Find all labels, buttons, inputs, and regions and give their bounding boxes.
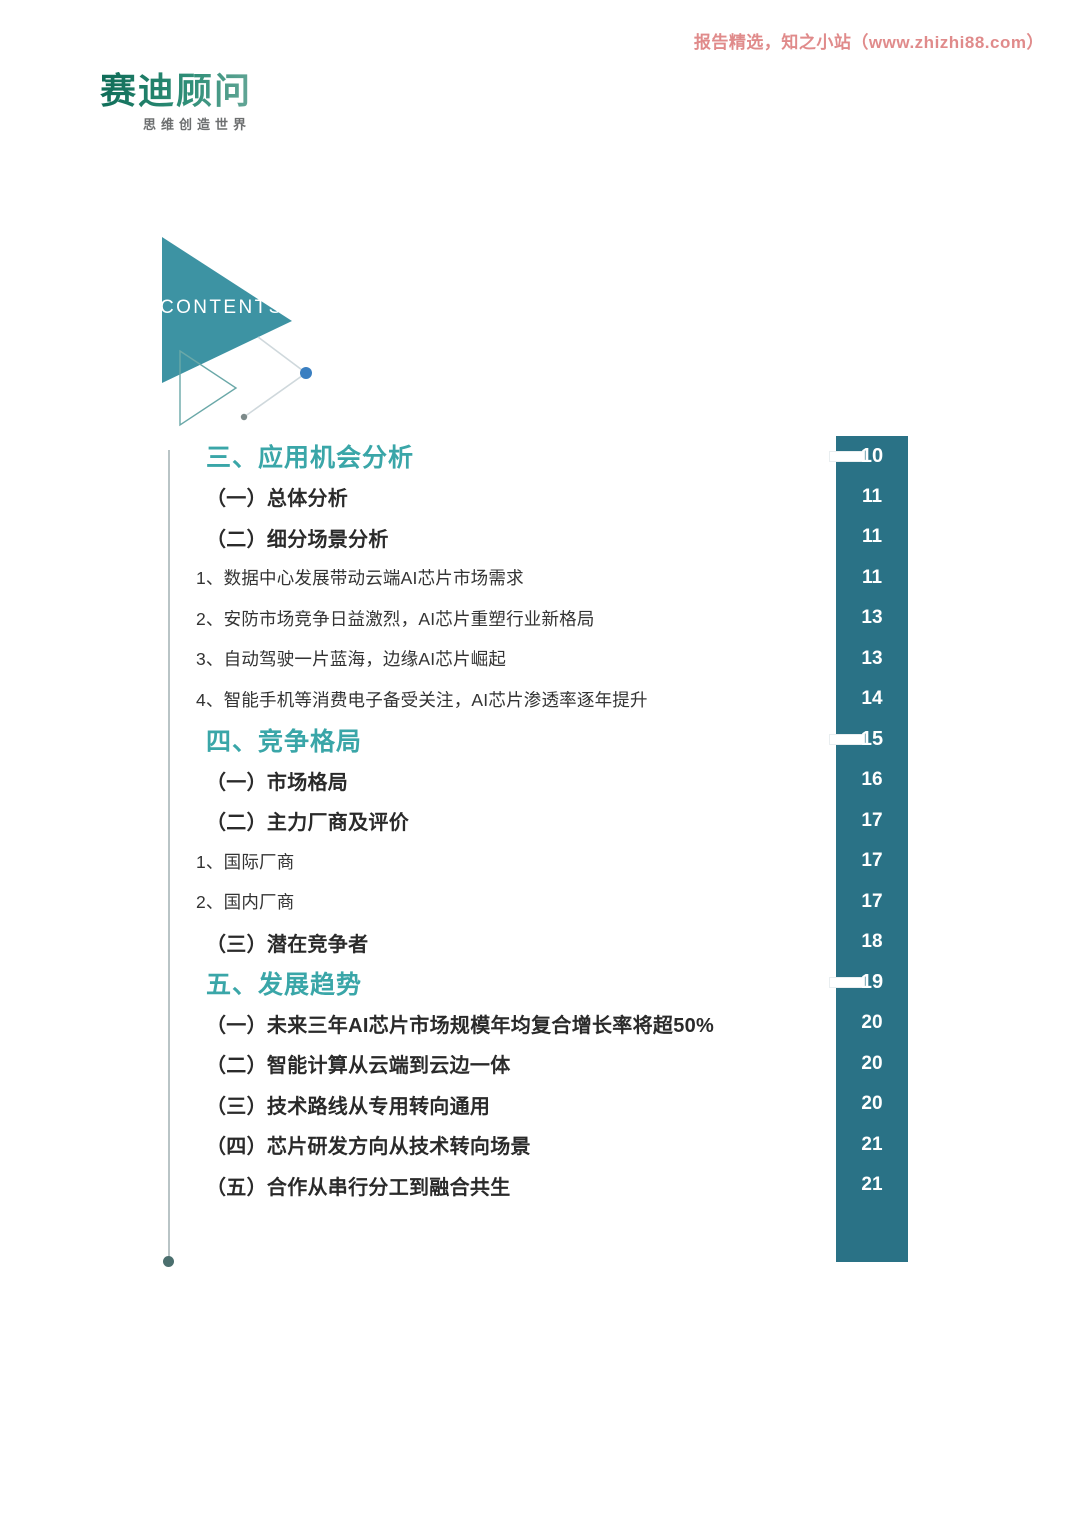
toc-entry-page-number: 17 <box>861 850 883 872</box>
toc-entry-page-number: 11 <box>861 526 883 548</box>
toc-entry-label: （一）市场格局 <box>206 771 349 794</box>
toc-entry-label: （三）潜在竞争者 <box>206 933 369 956</box>
contents-graphic: CONTENTS <box>140 225 340 430</box>
logo-tagline: 思维创造世界 <box>142 116 251 132</box>
toc-entry[interactable]: 三、应用机会分析 10 <box>0 436 1080 477</box>
toc-entry-page-number: 17 <box>861 890 883 912</box>
toc-entry-label: 三、应用机会分析 <box>206 444 415 473</box>
toc-entry-label: 4、智能手机等消费电子备受关注，AI芯片渗透率逐年提升 <box>196 689 648 710</box>
toc-entry-page-number: 16 <box>861 769 883 791</box>
toc-entry[interactable]: 1、数据中心发展带动云端AI芯片市场需求 11 <box>0 558 1080 599</box>
toc-entry[interactable]: （四）芯片研发方向从技术转向场景 21 <box>0 1125 1080 1166</box>
watermark-text: 报告精选，知之小站（www.zhizhi88.com） <box>693 33 1044 52</box>
toc-entry-label: 1、国际厂商 <box>196 851 295 872</box>
toc-entry-label: （一）未来三年AI芯片市场规模年均复合增长率将超50% <box>206 1014 715 1037</box>
toc-entry[interactable]: 五、发展趋势 19 <box>0 963 1080 1004</box>
toc-entry[interactable]: 3、自动驾驶一片蓝海，边缘AI芯片崛起 13 <box>0 639 1080 680</box>
toc-entry-page-number: 18 <box>861 931 883 953</box>
toc-entry-page-number: 20 <box>861 1052 883 1074</box>
logo-name: 赛迪顾问 <box>100 72 300 110</box>
toc-entry-page-number: 14 <box>861 688 883 710</box>
toc-entry-label: 2、安防市场竞争日益激烈，AI芯片重塑行业新格局 <box>196 608 595 629</box>
toc-entry-label: 四、竞争格局 <box>206 727 363 756</box>
toc-entry[interactable]: （一）未来三年AI芯片市场规模年均复合增长率将超50% 20 <box>0 1003 1080 1044</box>
toc-entry-label: （一）总体分析 <box>206 488 349 511</box>
toc-entry[interactable]: （二）主力厂商及评价 17 <box>0 801 1080 842</box>
toc-entry-page-number: 10 <box>860 444 884 467</box>
toc-entry[interactable]: （三）技术路线从专用转向通用 20 <box>0 1084 1080 1125</box>
toc-entry[interactable]: 四、竞争格局 15 <box>0 720 1080 761</box>
toc-entry-label: 五、发展趋势 <box>206 970 363 999</box>
toc-entry[interactable]: 2、国内厂商 17 <box>0 882 1080 923</box>
toc-entry-label: 1、数据中心发展带动云端AI芯片市场需求 <box>196 568 524 589</box>
toc-entry[interactable]: （二）细分场景分析 11 <box>0 517 1080 558</box>
toc-entry-label: 2、国内厂商 <box>196 892 295 913</box>
toc-entry[interactable]: 4、智能手机等消费电子备受关注，AI芯片渗透率逐年提升 14 <box>0 679 1080 720</box>
toc-entry-label: （二）智能计算从云端到云边一体 <box>206 1055 511 1078</box>
toc-entry-page-number: 19 <box>860 971 884 994</box>
guide-line-end-dot <box>163 1256 174 1267</box>
toc-entry[interactable]: （二）智能计算从云端到云边一体 20 <box>0 1044 1080 1085</box>
toc-entry[interactable]: 1、国际厂商 17 <box>0 841 1080 882</box>
toc-entry-label: （三）技术路线从专用转向通用 <box>206 1095 491 1118</box>
company-logo: 赛迪顾问 思维创造世界 <box>100 72 300 133</box>
toc-entry-page-number: 20 <box>861 1093 883 1115</box>
toc-entry-page-number: 21 <box>861 1174 883 1196</box>
toc-entry-page-number: 11 <box>861 485 883 507</box>
contents-dot-blue <box>300 367 312 379</box>
contents-label: CONTENTS <box>160 297 284 318</box>
toc-entry[interactable]: （三）潜在竞争者 18 <box>0 922 1080 963</box>
toc-entry[interactable]: （一）市场格局 16 <box>0 760 1080 801</box>
toc-entry[interactable]: （一）总体分析 11 <box>0 477 1080 518</box>
toc-entry-page-number: 15 <box>860 728 884 751</box>
table-of-contents: 三、应用机会分析 10 （一）总体分析 11 （二）细分场景分析 11 1、数据中心发展带动… <box>0 436 1080 1206</box>
toc-entry-page-number: 11 <box>861 566 883 588</box>
contents-dot-gray <box>240 413 248 421</box>
toc-entry-page-number: 17 <box>861 809 883 831</box>
toc-entry-label: （五）合作从串行分工到融合共生 <box>206 1176 511 1199</box>
toc-entry-page-number: 21 <box>861 1133 883 1155</box>
toc-entry-label: （四）芯片研发方向从技术转向场景 <box>206 1136 531 1159</box>
toc-entry[interactable]: 2、安防市场竞争日益激烈，AI芯片重塑行业新格局 13 <box>0 598 1080 639</box>
toc-entry-label: 3、自动驾驶一片蓝海，边缘AI芯片崛起 <box>196 649 507 670</box>
toc-entry-page-number: 13 <box>861 647 883 669</box>
toc-entry-page-number: 20 <box>861 1012 883 1034</box>
toc-entry[interactable]: （五）合作从串行分工到融合共生 21 <box>0 1165 1080 1206</box>
toc-entry-page-number: 13 <box>861 607 883 629</box>
toc-entry-label: （二）细分场景分析 <box>206 528 389 551</box>
toc-entry-label: （二）主力厂商及评价 <box>206 812 409 835</box>
contents-connector-line <box>243 336 308 418</box>
